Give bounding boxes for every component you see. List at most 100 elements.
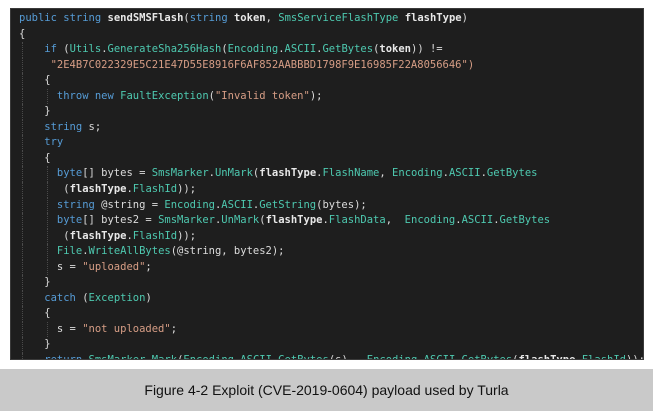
code-token: GetBytes: [499, 214, 551, 227]
indent-guide: [22, 228, 23, 245]
code-token: GenerateSha256Hash: [107, 43, 222, 56]
code-content: (flashType.FlashId));: [63, 229, 196, 245]
code-line: {: [11, 306, 643, 322]
code-token: ));: [177, 183, 197, 196]
code-line: s = "uploaded";: [11, 259, 643, 276]
indent-guide: [47, 259, 49, 276]
code-token: [] bytes =: [82, 167, 152, 180]
indent-guide: [22, 57, 23, 74]
code-token: ASCII: [424, 354, 456, 359]
code-token: (: [75, 291, 89, 304]
code-token: token: [379, 43, 411, 56]
code-token: "not uploaded": [82, 322, 171, 335]
code-token: Encoding: [367, 354, 418, 359]
code-content: }: [44, 275, 50, 291]
code-token: token: [233, 12, 266, 24]
code-token: flashType: [69, 183, 127, 196]
code-line: {: [11, 150, 643, 167]
code-token: GetBytes: [462, 354, 513, 359]
code-token: FlashId: [132, 183, 178, 196]
code-token: WriteAllBytes: [88, 245, 171, 258]
code-content: {: [44, 306, 50, 322]
code-line: byte[] bytes2 = SmsMarker.UnMark(flashTy…: [11, 213, 643, 229]
code-token: Encoding: [227, 43, 279, 56]
code-content: throw new FaultException("Invalid token"…: [57, 89, 323, 105]
code-token: ));: [177, 229, 197, 242]
code-block: public string sendSMSFlash (string token,…: [11, 11, 643, 359]
code-token: GetString: [259, 198, 317, 211]
code-token: Encoding: [183, 354, 234, 359]
code-token: flashType: [265, 214, 323, 227]
code-token: ASCII: [240, 354, 272, 359]
indent-guide: [22, 104, 23, 120]
code-token: catch: [44, 291, 76, 304]
code-content: {: [19, 27, 25, 43]
code-token: byte: [56, 167, 83, 180]
code-content: catch (Exception): [44, 291, 152, 307]
code-token: "uploaded": [82, 260, 146, 273]
code-content: s = "not uploaded";: [57, 322, 177, 338]
indent-guide: [22, 73, 23, 89]
code-content: {: [44, 151, 50, 167]
code-token: throw: [56, 89, 89, 102]
code-token: ;: [145, 260, 152, 273]
code-line: byte[] bytes = SmsMarker.UnMark(flashTyp…: [11, 166, 643, 183]
code-line: }: [11, 104, 643, 120]
indent-guide: [47, 197, 49, 214]
code-token: s =: [56, 322, 83, 335]
code-token: FlashId: [582, 354, 626, 359]
code-token: ASCII: [448, 167, 481, 180]
code-token: new: [94, 89, 114, 102]
code-token: SmsMarker: [89, 354, 146, 359]
code-content: try: [44, 135, 63, 151]
code-token: {: [44, 151, 51, 164]
code-content: if (Utils.GenerateSha256Hash(Encoding.AS…: [44, 42, 442, 58]
code-token: ,: [379, 167, 393, 180]
code-token: s;: [82, 120, 102, 133]
code-token: @string =: [94, 198, 165, 211]
code-line: try: [11, 135, 643, 151]
code-token: ;: [170, 322, 178, 335]
code-line: {: [11, 73, 643, 89]
indent-guide: [22, 166, 23, 183]
figure-caption: Figure 4-2 Exploit (CVE-2019-0604) paylo…: [144, 382, 509, 398]
code-token: byte: [56, 214, 83, 227]
indent-guide: [47, 244, 49, 260]
code-line: throw new FaultException("Invalid token"…: [11, 88, 643, 105]
code-content: File.WriteAllBytes(@string, bytes2);: [57, 244, 285, 260]
indent-guide: [22, 259, 23, 276]
code-line: }: [11, 337, 643, 354]
code-token: FlashData: [328, 214, 386, 227]
code-token: ASCII: [461, 214, 494, 227]
indent-guide: [47, 88, 49, 105]
code-token: );: [309, 89, 323, 102]
code-token: ASCII: [284, 43, 317, 56]
code-token: }: [44, 105, 51, 118]
code-token: UnMark: [214, 167, 253, 180]
code-line: File.WriteAllBytes(@string, bytes2);: [11, 244, 643, 260]
indent-guide: [47, 321, 49, 338]
indent-guide: [47, 228, 49, 245]
indent-guide: [22, 197, 23, 214]
code-token: FlashId: [132, 229, 178, 242]
code-token: try: [44, 136, 64, 149]
code-token: ));: [626, 354, 643, 359]
code-line: (flashType.FlashId));: [11, 182, 643, 198]
code-content: return SmsMarker.Mark(Encoding.ASCII.Get…: [44, 353, 643, 359]
code-token: Encoding: [404, 214, 456, 227]
indent-guide: [22, 150, 23, 167]
code-token: sendSMSFlash: [107, 12, 184, 24]
code-token: ): [145, 291, 152, 304]
indent-guide: [22, 182, 23, 198]
code-token: public: [19, 12, 57, 24]
code-token: GetBytes: [278, 354, 329, 359]
indent-guide: [22, 290, 23, 307]
code-line: if (Utils.GenerateSha256Hash(Encoding.AS…: [11, 42, 643, 58]
indent-guide: [22, 306, 23, 322]
indent-guide: [22, 119, 23, 136]
code-line: return SmsMarker.Mark(Encoding.ASCII.Get…: [11, 353, 643, 359]
code-content: s = "uploaded";: [57, 260, 152, 276]
caption-bar: Figure 4-2 Exploit (CVE-2019-0604) paylo…: [0, 369, 653, 411]
indent-guide: [22, 135, 23, 151]
code-token: FlashName: [322, 167, 380, 180]
